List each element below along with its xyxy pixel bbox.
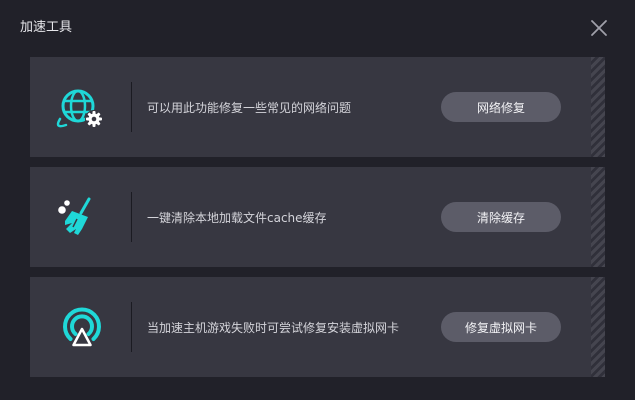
divider bbox=[131, 302, 132, 352]
tool-description: 当加速主机游戏失败时可尝试修复安装虚拟网卡 bbox=[147, 320, 400, 335]
tool-description: 一键清除本地加载文件cache缓存 bbox=[147, 210, 327, 225]
divider bbox=[131, 82, 132, 132]
tool-card-network-repair: 可以用此功能修复一些常见的网络问题 网络修复 bbox=[30, 57, 605, 157]
broom-icon bbox=[52, 189, 112, 245]
divider bbox=[131, 192, 132, 242]
tool-description: 可以用此功能修复一些常见的网络问题 bbox=[147, 100, 352, 115]
repair-virtual-adapter-button[interactable]: 修复虚拟网卡 bbox=[441, 312, 561, 342]
card-edge-stripe bbox=[591, 277, 605, 377]
card-edge-stripe bbox=[591, 57, 605, 157]
accelerator-tools-dialog: 加速工具 可以用此功能修复一些常见的网络问题 网络修复 一键清除本地加载文件ca… bbox=[0, 0, 635, 400]
tool-card-virtual-adapter: 当加速主机游戏失败时可尝试修复安装虚拟网卡 修复虚拟网卡 bbox=[30, 277, 605, 377]
network-repair-button[interactable]: 网络修复 bbox=[441, 92, 561, 122]
tool-card-clear-cache: 一键清除本地加载文件cache缓存 清除缓存 bbox=[30, 167, 605, 267]
wifi-hotspot-icon bbox=[52, 299, 112, 355]
close-icon[interactable] bbox=[589, 18, 609, 38]
clear-cache-button[interactable]: 清除缓存 bbox=[441, 202, 561, 232]
network-settings-icon bbox=[52, 79, 112, 135]
card-edge-stripe bbox=[591, 167, 605, 267]
dialog-title: 加速工具 bbox=[20, 20, 73, 35]
